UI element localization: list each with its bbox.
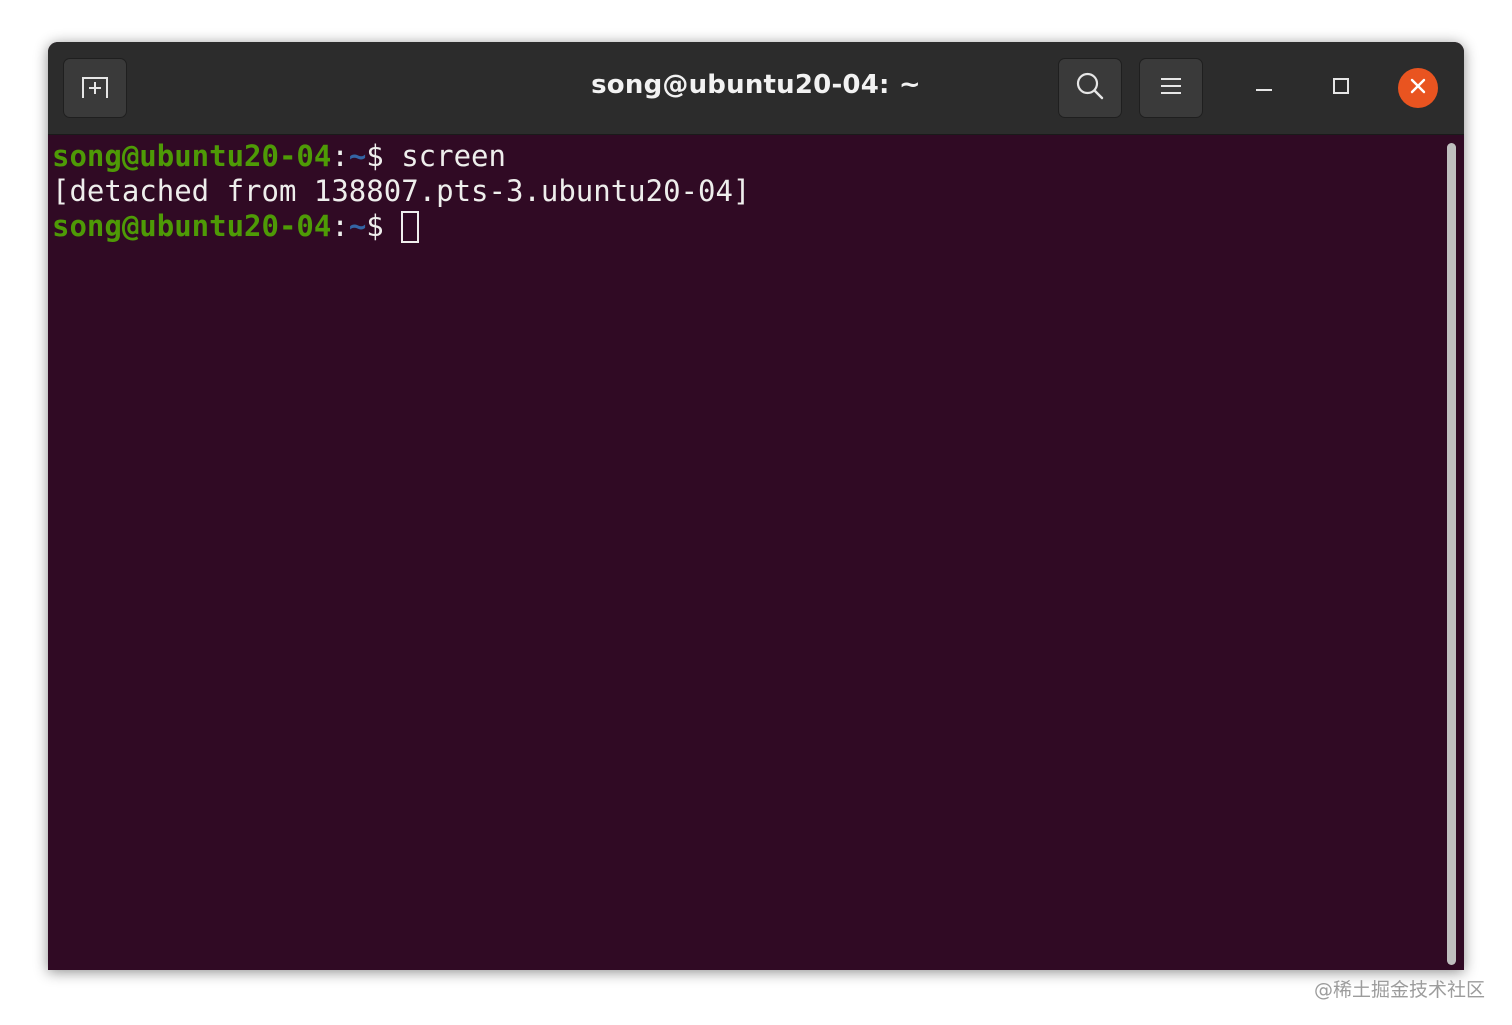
prompt-user-host: song@ubuntu20-04 [52,209,332,243]
prompt-path: ~ [348,209,367,243]
prompt-path: ~ [348,139,367,173]
close-button[interactable] [1398,68,1438,108]
terminal-window: song@ubuntu20-04: ~ song@ubuntu20-04:~$ … [48,42,1464,970]
prompt-symbol: $ [366,139,402,173]
maximize-icon [1332,77,1350,99]
prompt-symbol: $ [366,209,402,243]
close-icon [1409,77,1427,99]
search-button[interactable] [1058,58,1122,118]
terminal-output: song@ubuntu20-04:~$ screen [detached from… [52,139,750,244]
watermark: @稀土掘金技术社区 [1313,979,1485,1001]
terminal-area[interactable]: song@ubuntu20-04:~$ screen [detached from… [48,135,1464,970]
output-text: [detached from 138807.pts-3.ubuntu20-04] [52,174,751,208]
minimize-button[interactable] [1244,68,1284,108]
prompt-colon: : [331,139,349,173]
text-cursor [401,211,420,243]
search-icon [1075,71,1105,105]
scrollbar[interactable] [1447,143,1456,965]
maximize-button[interactable] [1321,68,1361,108]
minimize-icon [1255,77,1273,99]
prompt-user-host: song@ubuntu20-04 [52,139,332,173]
title-bar[interactable]: song@ubuntu20-04: ~ [48,42,1464,135]
command-text: screen [401,139,506,173]
menu-button[interactable] [1139,58,1203,118]
prompt-colon: : [331,209,349,243]
terminal-line: [detached from 138807.pts-3.ubuntu20-04] [52,174,750,209]
terminal-line: song@ubuntu20-04:~$ screen [52,139,750,174]
terminal-line: song@ubuntu20-04:~$ [52,209,750,244]
hamburger-menu-icon [1160,76,1182,100]
